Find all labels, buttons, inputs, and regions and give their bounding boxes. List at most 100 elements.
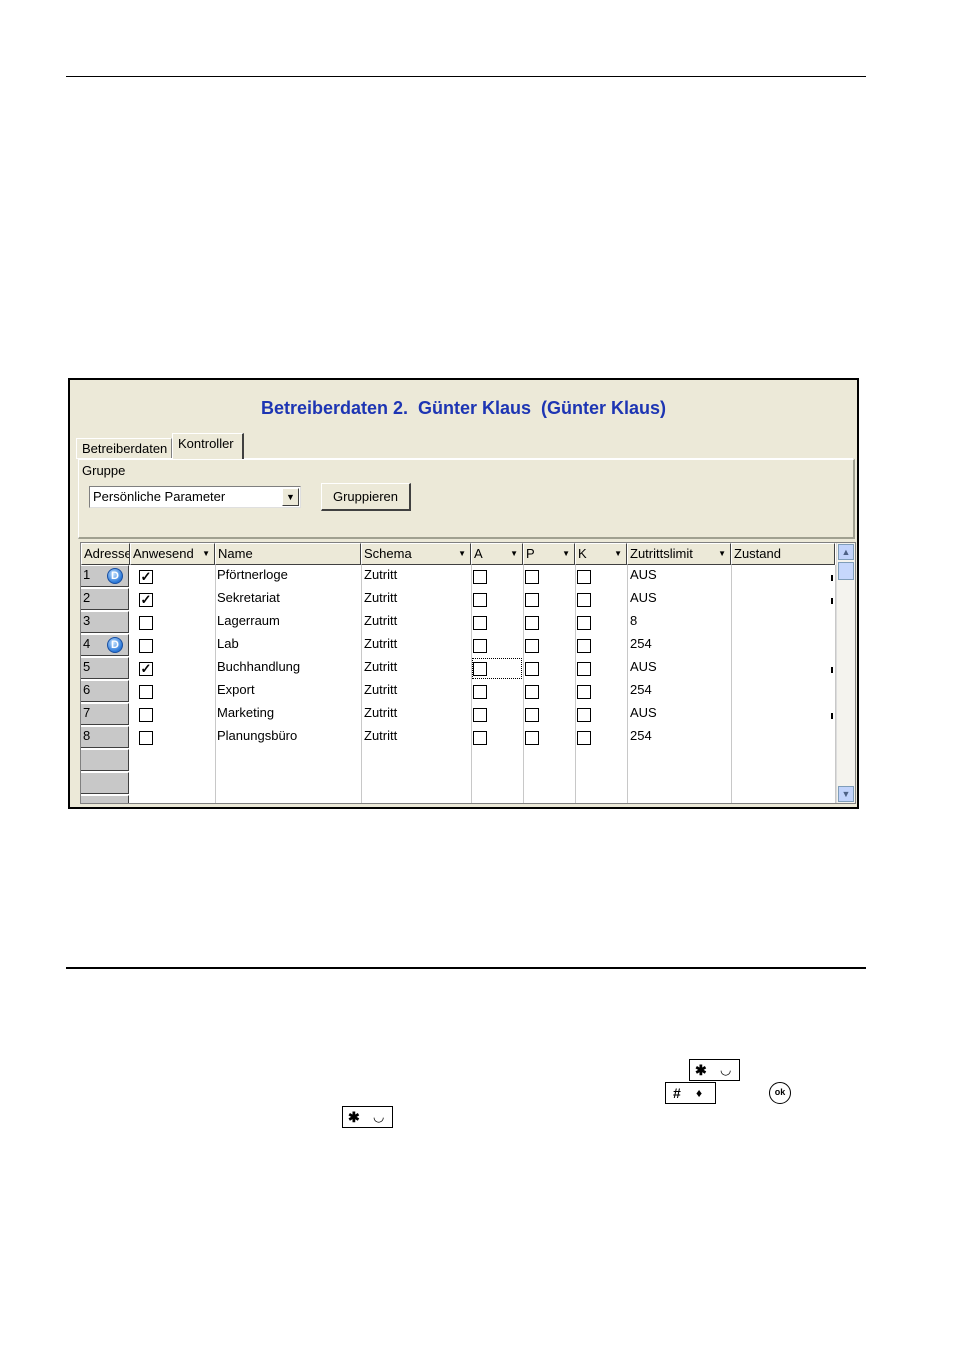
row-address: 3	[83, 613, 91, 628]
row-address: 4	[83, 636, 91, 651]
column-header-k[interactable]: K ▼	[575, 543, 627, 565]
chevron-down-icon[interactable]: ▼	[562, 544, 570, 564]
schema-value: Zutritt	[364, 659, 398, 674]
schema-value: Zutritt	[364, 636, 398, 651]
row-header[interactable]: 2	[81, 588, 129, 610]
column-header-p[interactable]: P ▼	[523, 543, 575, 565]
access-limit: AUS	[630, 590, 657, 605]
column-header-a[interactable]: A ▼	[471, 543, 523, 565]
p-checkbox[interactable]	[525, 708, 539, 722]
k-checkbox[interactable]	[577, 685, 591, 699]
row-header[interactable]: 7	[81, 703, 129, 725]
access-limit: 8	[630, 613, 638, 628]
k-checkbox[interactable]	[577, 616, 591, 630]
a-checkbox[interactable]	[473, 685, 487, 699]
chevron-down-icon[interactable]: ▼	[614, 544, 622, 564]
grid-line	[471, 565, 472, 803]
p-checkbox[interactable]	[525, 616, 539, 630]
k-checkbox[interactable]	[577, 708, 591, 722]
access-limit: 254	[630, 636, 652, 651]
a-checkbox[interactable]	[473, 570, 487, 584]
row-header[interactable]: 8	[81, 726, 129, 748]
a-checkbox[interactable]	[473, 639, 487, 653]
column-header-zutrittslimit[interactable]: Zutrittslimit ▼	[627, 543, 731, 565]
access-limit: 254	[630, 728, 652, 743]
grid-line	[523, 565, 524, 803]
present-checkbox[interactable]: ✓	[139, 570, 153, 584]
schema-value: Zutritt	[364, 682, 398, 697]
star-glyph: ✱	[695, 1062, 707, 1078]
row-header[interactable]	[81, 772, 129, 794]
chevron-down-icon[interactable]: ▼	[458, 544, 466, 564]
shield-icon-2: ◡	[373, 1109, 385, 1124]
p-checkbox[interactable]	[525, 593, 539, 607]
k-checkbox[interactable]	[577, 662, 591, 676]
p-checkbox[interactable]	[525, 731, 539, 745]
chevron-down-icon[interactable]: ▼	[718, 544, 726, 564]
schema-value: Zutritt	[364, 613, 398, 628]
row-address: 8	[83, 728, 91, 743]
row-header[interactable]: 6	[81, 680, 129, 702]
group-select[interactable]: Persönliche Parameter ▼	[89, 486, 301, 508]
a-checkbox[interactable]	[473, 708, 487, 722]
row-header[interactable]: 5	[81, 657, 129, 679]
present-checkbox[interactable]: ✓	[139, 662, 153, 676]
p-checkbox[interactable]	[525, 662, 539, 676]
group-button[interactable]: Gruppieren	[321, 483, 411, 511]
present-checkbox[interactable]	[139, 731, 153, 745]
present-checkbox[interactable]: ✓	[139, 593, 153, 607]
a-checkbox[interactable]	[473, 616, 487, 630]
row-header[interactable]	[81, 795, 129, 803]
scroll-down-icon[interactable]: ▼	[838, 786, 854, 802]
controller-grid: ▲ ▼ Adresse Anwesend ▼ Name Schema ▼ A ▼ P ▼ K ▼ Zut…	[80, 542, 856, 804]
state-marker	[831, 598, 833, 604]
column-header-anwesend[interactable]: Anwesend ▼	[130, 543, 215, 565]
k-checkbox[interactable]	[577, 731, 591, 745]
schema-value: Zutritt	[364, 728, 398, 743]
row-header[interactable]: 1D	[81, 565, 129, 587]
room-name: Buchhandlung	[217, 659, 301, 674]
column-header-name[interactable]: Name	[215, 543, 361, 565]
row-header[interactable]: 3	[81, 611, 129, 633]
row-address: 1	[83, 567, 91, 582]
column-header-label: Anwesend	[133, 546, 194, 561]
a-checkbox[interactable]	[473, 593, 487, 607]
present-checkbox[interactable]	[139, 708, 153, 722]
chevron-down-icon[interactable]: ▼	[282, 488, 299, 506]
room-name: Sekretariat	[217, 590, 280, 605]
present-checkbox[interactable]	[139, 616, 153, 630]
p-checkbox[interactable]	[525, 570, 539, 584]
operator-window: Betreiberdaten 2. Günter Klaus (Günter K…	[68, 378, 859, 809]
k-checkbox[interactable]	[577, 570, 591, 584]
access-limit: AUS	[630, 567, 657, 582]
access-limit: AUS	[630, 705, 657, 720]
a-checkbox[interactable]	[473, 731, 487, 745]
ok-key-icon: ok	[769, 1082, 791, 1104]
scroll-up-icon[interactable]: ▲	[838, 544, 854, 560]
present-checkbox[interactable]	[139, 685, 153, 699]
scroll-thumb[interactable]	[838, 562, 854, 580]
row-address: 5	[83, 659, 91, 674]
grid-line	[215, 565, 216, 803]
room-name: Lab	[217, 636, 239, 651]
k-checkbox[interactable]	[577, 639, 591, 653]
group-label: Gruppe	[82, 463, 126, 478]
k-checkbox[interactable]	[577, 593, 591, 607]
row-header[interactable]	[81, 749, 129, 771]
tab-kontroller[interactable]: Kontroller	[172, 433, 244, 459]
row-address: 7	[83, 705, 91, 720]
column-header-adresse[interactable]: Adresse	[81, 543, 130, 565]
row-header[interactable]: 4D	[81, 634, 129, 656]
column-header-schema[interactable]: Schema ▼	[361, 543, 471, 565]
grid-line	[575, 565, 576, 803]
p-checkbox[interactable]	[525, 639, 539, 653]
chevron-down-icon[interactable]: ▼	[202, 544, 210, 564]
vertical-scrollbar[interactable]: ▲ ▼	[836, 543, 855, 803]
column-header-label: Schema	[364, 546, 412, 561]
tab-betreiberdaten[interactable]: Betreiberdaten	[76, 438, 172, 458]
p-checkbox[interactable]	[525, 685, 539, 699]
tab-bar: Betreiberdaten Kontroller	[76, 433, 853, 459]
present-checkbox[interactable]	[139, 639, 153, 653]
chevron-down-icon[interactable]: ▼	[510, 544, 518, 564]
column-header-zustand[interactable]: Zustand	[731, 543, 835, 565]
